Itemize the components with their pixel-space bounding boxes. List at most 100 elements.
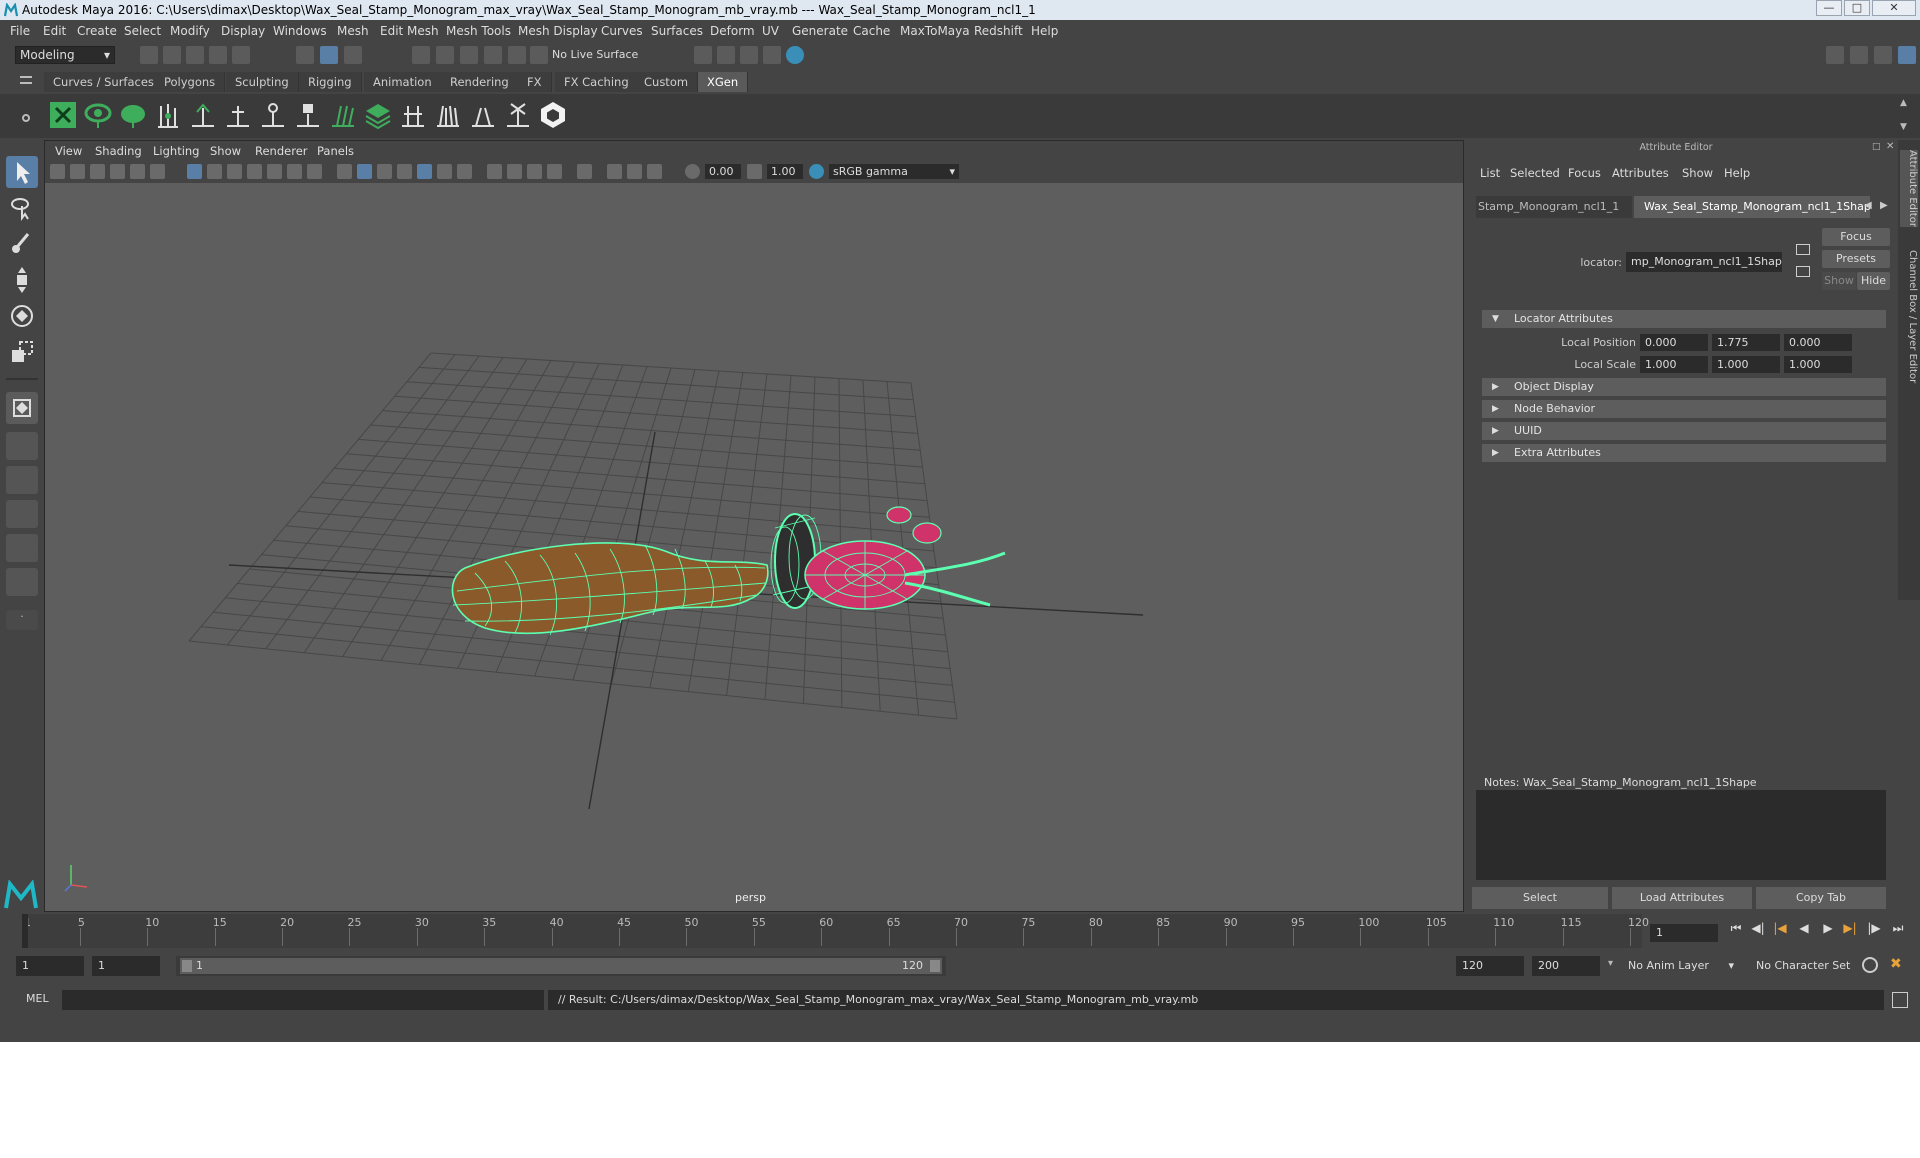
ipr-render-icon[interactable]: [740, 46, 758, 64]
tab-animation[interactable]: Animation: [364, 72, 442, 92]
playback-preferences-icon[interactable]: ✖: [1890, 956, 1902, 972]
go-to-end-icon[interactable]: ⏭: [1890, 920, 1906, 936]
xgen-lock-length-icon[interactable]: [293, 100, 323, 130]
snap-curve-icon[interactable]: [436, 46, 454, 64]
ae-tab-transform[interactable]: Stamp_Monogram_ncl1_1: [1476, 196, 1632, 218]
channel-box-toggle-icon[interactable]: [1850, 46, 1868, 64]
render-frame-icon[interactable]: [717, 46, 735, 64]
select-component-icon[interactable]: [344, 46, 362, 64]
gamma-field[interactable]: 1.00: [767, 164, 803, 179]
tab-fx-caching[interactable]: FX Caching: [555, 72, 639, 92]
field-chart-icon[interactable]: [267, 164, 282, 179]
maximize-icon[interactable]: □: [1844, 0, 1870, 16]
section-extra-attributes[interactable]: ▶ Extra Attributes: [1482, 444, 1886, 462]
ae-tab-shape[interactable]: Wax_Seal_Stamp_Monogram_ncl1_1Shape: [1634, 196, 1870, 218]
depth-of-field-icon[interactable]: [547, 164, 562, 179]
motion-blur-icon[interactable]: [507, 164, 522, 179]
camera-select-icon[interactable]: [50, 164, 65, 179]
ae-menu-attributes[interactable]: Attributes: [1612, 166, 1669, 180]
menu-edit[interactable]: Edit: [43, 20, 66, 42]
step-back-key-icon[interactable]: ◀|: [1750, 920, 1766, 936]
local-scale-y-field[interactable]: 1.000: [1712, 356, 1780, 373]
select-tool-icon[interactable]: [6, 156, 38, 188]
minimize-icon[interactable]: —: [1816, 0, 1842, 16]
render-settings-icon[interactable]: [694, 46, 712, 64]
close-icon[interactable]: ✕: [1872, 0, 1916, 16]
snap-point-icon[interactable]: [460, 46, 478, 64]
viewport-menu-view[interactable]: View: [55, 144, 82, 158]
tab-fx[interactable]: FX: [518, 72, 552, 92]
show-button[interactable]: Show: [1822, 272, 1856, 290]
xgen-layers-icon[interactable]: [363, 100, 393, 130]
rotate-tool-icon[interactable]: [6, 300, 38, 332]
ae-menu-focus[interactable]: Focus: [1568, 166, 1601, 180]
hypershade-icon[interactable]: [786, 46, 804, 64]
image-plane-icon[interactable]: [110, 164, 125, 179]
xgen-place-guides-icon[interactable]: [153, 100, 183, 130]
shadows-icon[interactable]: [457, 164, 472, 179]
color-management-icon[interactable]: [809, 164, 824, 179]
wireframe-shading-icon[interactable]: [337, 164, 352, 179]
exposure-field[interactable]: 0.00: [705, 164, 741, 179]
current-frame-field[interactable]: 1: [1650, 924, 1718, 942]
tab-polygons[interactable]: Polygons: [155, 72, 226, 92]
modeling-toolkit-icon[interactable]: [1826, 46, 1844, 64]
mel-command-input[interactable]: [62, 990, 544, 1010]
focus-node-icon[interactable]: [1796, 244, 1810, 255]
menu-edit-mesh[interactable]: Edit Mesh: [380, 20, 439, 42]
xray-icon[interactable]: [607, 164, 622, 179]
film-gate-icon[interactable]: [207, 164, 222, 179]
play-backward-icon[interactable]: ◀: [1796, 920, 1812, 936]
section-node-behavior[interactable]: ▶ Node Behavior: [1482, 400, 1886, 418]
menu-help[interactable]: Help: [1031, 20, 1058, 42]
time-ruler[interactable]: 1510152025303540455055606570758085909510…: [22, 914, 1649, 948]
xgen-noise-icon[interactable]: [433, 100, 463, 130]
ae-menu-show[interactable]: Show: [1682, 166, 1713, 180]
tab-next-icon[interactable]: ▶: [1880, 200, 1888, 211]
viewport-menu-lighting[interactable]: Lighting: [153, 144, 199, 158]
outliner-toggle-icon[interactable]: [1874, 46, 1892, 64]
section-object-display[interactable]: ▶ Object Display: [1482, 378, 1886, 396]
script-editor-icon[interactable]: [1892, 992, 1908, 1008]
tab-sculpting[interactable]: Sculpting: [226, 72, 299, 92]
step-forward-key-icon[interactable]: |▶: [1866, 920, 1882, 936]
snap-grid-icon[interactable]: [412, 46, 430, 64]
attribute-editor-toggle-icon[interactable]: [1898, 46, 1916, 64]
safe-title-icon[interactable]: [307, 164, 322, 179]
viewport-menu-shading[interactable]: Shading: [95, 144, 142, 158]
menu-modify[interactable]: Modify: [170, 20, 210, 42]
presets-button[interactable]: Presets: [1822, 250, 1890, 268]
menu-display[interactable]: Display: [221, 20, 265, 42]
xgen-preview-icon[interactable]: [83, 100, 113, 130]
view-transform-dropdown[interactable]: sRGB gamma ▾: [829, 164, 959, 179]
menu-uv[interactable]: UV: [762, 20, 779, 42]
script-language-toggle[interactable]: MEL: [26, 992, 49, 1005]
gate-mask-icon[interactable]: [247, 164, 262, 179]
xgen-sculpt-guides-icon[interactable]: [223, 100, 253, 130]
tab-curves-surfaces[interactable]: Curves / Surfaces: [44, 72, 164, 92]
two-d-pan-icon[interactable]: [130, 164, 145, 179]
select-object-icon[interactable]: [320, 46, 338, 64]
menu-maxtomaya[interactable]: MaxToMaya: [900, 20, 970, 42]
range-slider-left-grip[interactable]: [182, 960, 192, 972]
live-surface-label[interactable]: No Live Surface: [552, 46, 644, 64]
save-scene-icon[interactable]: [186, 46, 204, 64]
hide-button[interactable]: Hide: [1857, 272, 1890, 290]
go-to-start-icon[interactable]: ⏮: [1728, 920, 1744, 936]
snap-view-plane-icon[interactable]: [484, 46, 502, 64]
local-position-z-field[interactable]: 0.000: [1784, 334, 1852, 351]
ae-menu-list[interactable]: List: [1480, 166, 1500, 180]
anim-layer-dropdown[interactable]: No Anim Layer ▾: [1622, 956, 1740, 976]
viewport-menu-renderer[interactable]: Renderer: [255, 144, 308, 158]
new-scene-icon[interactable]: [140, 46, 158, 64]
copy-tab-button[interactable]: Copy Tab: [1756, 887, 1886, 909]
safe-action-icon[interactable]: [287, 164, 302, 179]
xgen-cut-icon[interactable]: [398, 100, 428, 130]
layout-four-view-icon[interactable]: [6, 466, 38, 494]
close-panel-icon[interactable]: ✕: [1886, 141, 1894, 152]
xgen-interactive-groom-icon[interactable]: [538, 100, 568, 130]
layout-perspective-outliner-icon[interactable]: [6, 500, 38, 528]
ae-menu-selected[interactable]: Selected: [1510, 166, 1560, 180]
menu-redshift[interactable]: Redshift: [974, 20, 1023, 42]
last-tool-icon[interactable]: [6, 392, 38, 424]
